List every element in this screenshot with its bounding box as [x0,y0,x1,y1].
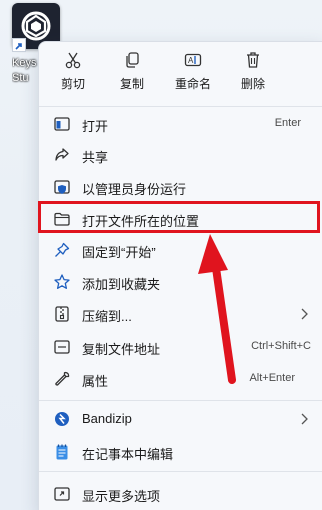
menu-item-label: 在记事本中编辑 [82,447,174,462]
menu-item-share[interactable]: 共享 [39,140,322,170]
shortcut-text: Enter [274,117,301,129]
copy-icon [126,52,139,68]
zip-icon [53,305,71,323]
copy-button[interactable]: 复制 [106,51,158,97]
copy-label: 复制 [119,77,144,91]
wrench-icon [53,370,71,388]
menu-item-add-to-favorites[interactable]: 添加到收藏夹 [39,267,322,297]
rename-button[interactable]: A 重命名 [167,51,219,97]
annotation-arrow-icon [198,234,236,384]
menu-divider [39,400,322,401]
shortcut-text: Ctrl+Shift+C [251,340,311,352]
menu-item-label: 打开 [82,119,109,134]
desktop-icon-label: Keys Stu [12,57,37,84]
menu-item-label: 复制文件地址 [82,342,161,357]
menu-item-label: 固定到“开始” [82,245,156,260]
menu-item-label: 属性 [82,374,109,389]
chevron-right-icon [299,412,309,426]
menu-item-open[interactable]: 打开 Enter [39,109,322,139]
menu-item-properties[interactable]: 属性 Alt+Enter [39,364,322,394]
cut-button[interactable]: 剪切 [47,51,99,97]
menu-item-show-more-options[interactable]: 显示更多选项 [39,479,322,509]
menu-item-run-as-admin[interactable]: 以管理员身份运行 [39,172,322,202]
menu-item-compress-to[interactable]: 压缩到... [39,299,322,329]
menu-item-label: Bandizip [82,411,132,426]
star-icon [53,273,71,291]
shortcut-text: Alt+Enter [249,372,295,384]
menu-divider [39,471,322,472]
delete-button[interactable]: 删除 [227,51,279,97]
open-window-icon [53,115,71,133]
context-menu: 剪切 复制 A 重命名 删除 打开 Enter 共享 以管理员身份运行 打开文件… [38,41,322,510]
context-toolbar: 剪切 复制 A 重命名 删除 [39,42,322,102]
shortcut-arrow-icon [12,38,26,52]
menu-item-copy-file-path[interactable]: 复制文件地址 Ctrl+Shift+C [39,332,322,362]
rename-label: 重命名 [174,77,211,91]
menu-item-label: 以管理员身份运行 [82,182,187,197]
trash-icon [247,52,259,68]
rename-icon: A [184,53,202,67]
highlight-box [38,201,320,233]
chevron-right-icon [299,307,309,321]
pin-icon [53,241,71,259]
menu-item-label: 共享 [82,150,109,165]
share-icon [53,146,71,164]
delete-label: 删除 [240,77,265,91]
shield-icon [53,178,71,196]
bandizip-icon [53,410,71,428]
copy-path-icon [53,338,71,356]
menu-item-label: 显示更多选项 [82,489,161,504]
svg-text:A: A [188,56,194,65]
more-options-icon [53,485,71,503]
scissors-icon [65,52,81,69]
menu-item-label: 压缩到... [82,309,132,324]
menu-item-pin-to-start[interactable]: 固定到“开始” [39,235,322,265]
menu-item-label: 添加到收藏夹 [82,277,161,292]
menu-item-edit-in-notepad[interactable]: 在记事本中编辑 [39,437,322,467]
cut-label: 剪切 [60,77,85,91]
notepad-icon [53,443,71,461]
menu-item-bandizip[interactable]: Bandizip [39,404,322,434]
menu-divider [39,106,322,107]
